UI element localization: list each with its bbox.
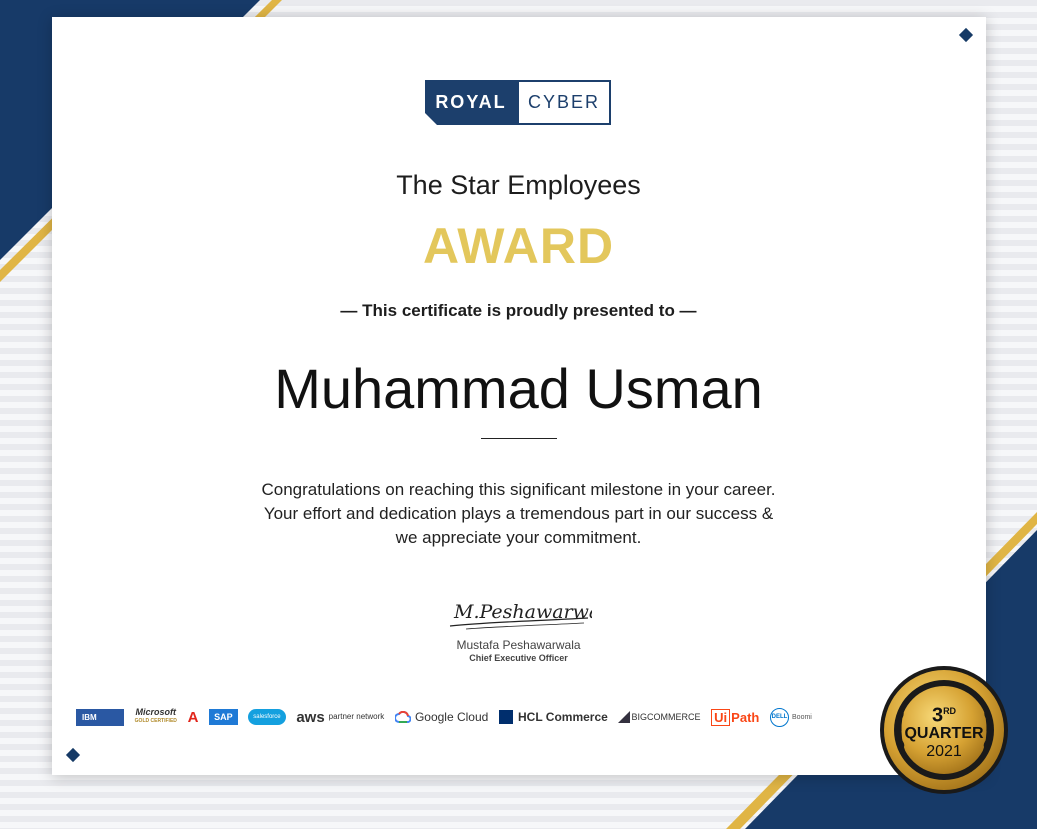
uipath-logo: Ui Path (711, 708, 760, 726)
uipath-name: Path (731, 709, 760, 725)
seal-year: 2021 (926, 743, 962, 761)
signer-title: Chief Executive Officer (469, 653, 568, 663)
bigcommerce-icon (618, 711, 631, 723)
congratulations-message: Congratulations on reaching this signifi… (200, 478, 837, 550)
hcl-icon (499, 710, 513, 724)
microsoft-tag: GOLD CERTIFIED (134, 718, 177, 724)
bigcommerce-logo: BIGCOMMERCE (618, 711, 701, 723)
google-cloud-icon (394, 711, 411, 723)
google-cloud-logo: Google Cloud (394, 710, 489, 724)
salesforce-logo: salesforce (248, 709, 286, 725)
adobe-logo: A (187, 708, 199, 726)
dell-icon: DELL (770, 707, 790, 727)
dell-boomi-logo: DELL Boomi (770, 707, 812, 727)
boomi-name: Boomi (792, 713, 812, 721)
ibm-logo: IBM (76, 708, 124, 726)
logo-cyber: CYBER (517, 80, 611, 125)
message-line-2: Your effort and dedication plays a treme… (263, 504, 774, 523)
message-line-1: Congratulations on reaching this signifi… (261, 480, 776, 499)
message-line-3: we appreciate your commitment. (395, 528, 642, 547)
microsoft-name: Microsoft (135, 707, 177, 717)
logo-royal: ROYAL (425, 80, 517, 125)
bigcommerce-name: BIGCOMMERCE (631, 712, 701, 722)
certificate-title: The Star Employees (396, 170, 641, 200)
recipient-name: Muhammad Usman (274, 357, 763, 420)
presented-to-line: — This certificate is proudly presented … (340, 301, 697, 320)
award-heading: AWARD (422, 218, 615, 274)
company-logo: ROYAL CYBER (425, 80, 613, 125)
name-underline (481, 438, 557, 439)
sap-logo: SAP (209, 709, 238, 725)
partner-logos: IBM Microsoft GOLD CERTIFIED A SAP sales… (76, 704, 812, 730)
aws-tag: partner network (328, 712, 385, 721)
signer-name: Mustafa Peshawarwala (456, 638, 581, 652)
uipath-box: Ui (711, 708, 731, 726)
seal-text: 3RD QUARTER 2021 (877, 663, 1011, 797)
svg-text:M.Peshawarwala: M.Peshawarwala (453, 601, 592, 623)
google-cloud-name: Google Cloud (414, 710, 489, 724)
seal-ordinal: 3RD (931, 704, 957, 727)
microsoft-logo: Microsoft GOLD CERTIFIED (135, 708, 177, 726)
aws-name: aws (296, 708, 325, 726)
ceo-signature: M.Peshawarwala (449, 601, 592, 630)
aws-logo: aws partner network (296, 709, 384, 726)
hcl-name: HCL Commerce (518, 710, 608, 724)
seal-label: QUARTER (904, 725, 984, 743)
hcl-commerce-logo: HCL Commerce (499, 710, 608, 724)
